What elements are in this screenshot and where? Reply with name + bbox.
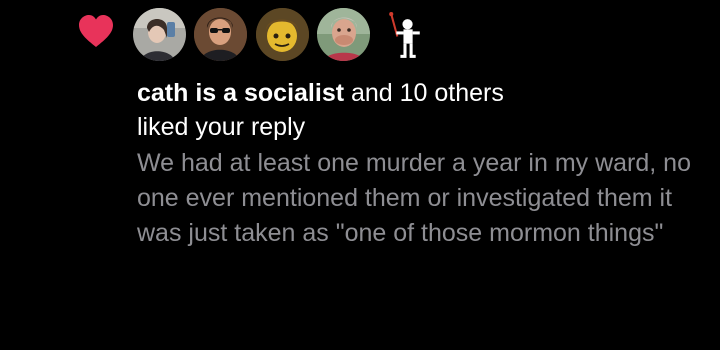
- avatar[interactable]: [379, 10, 427, 62]
- reply-preview[interactable]: We had at least one murder a year in my …: [137, 146, 702, 251]
- avatar[interactable]: [256, 8, 309, 61]
- notification-text: cath is a socialist and 10 others liked y…: [137, 76, 707, 251]
- notification-headline: cath is a socialist and 10 others liked y…: [137, 76, 707, 144]
- actor-name[interactable]: cath is a socialist: [137, 79, 344, 107]
- avatar[interactable]: [133, 8, 186, 61]
- avatar[interactable]: [194, 8, 247, 61]
- others-count: and 10 others: [344, 79, 504, 107]
- heart-icon: [79, 15, 113, 47]
- like-notification[interactable]: cath is a socialist and 10 others liked y…: [0, 0, 720, 350]
- avatar[interactable]: [317, 8, 370, 61]
- action-text: liked your reply: [137, 113, 306, 141]
